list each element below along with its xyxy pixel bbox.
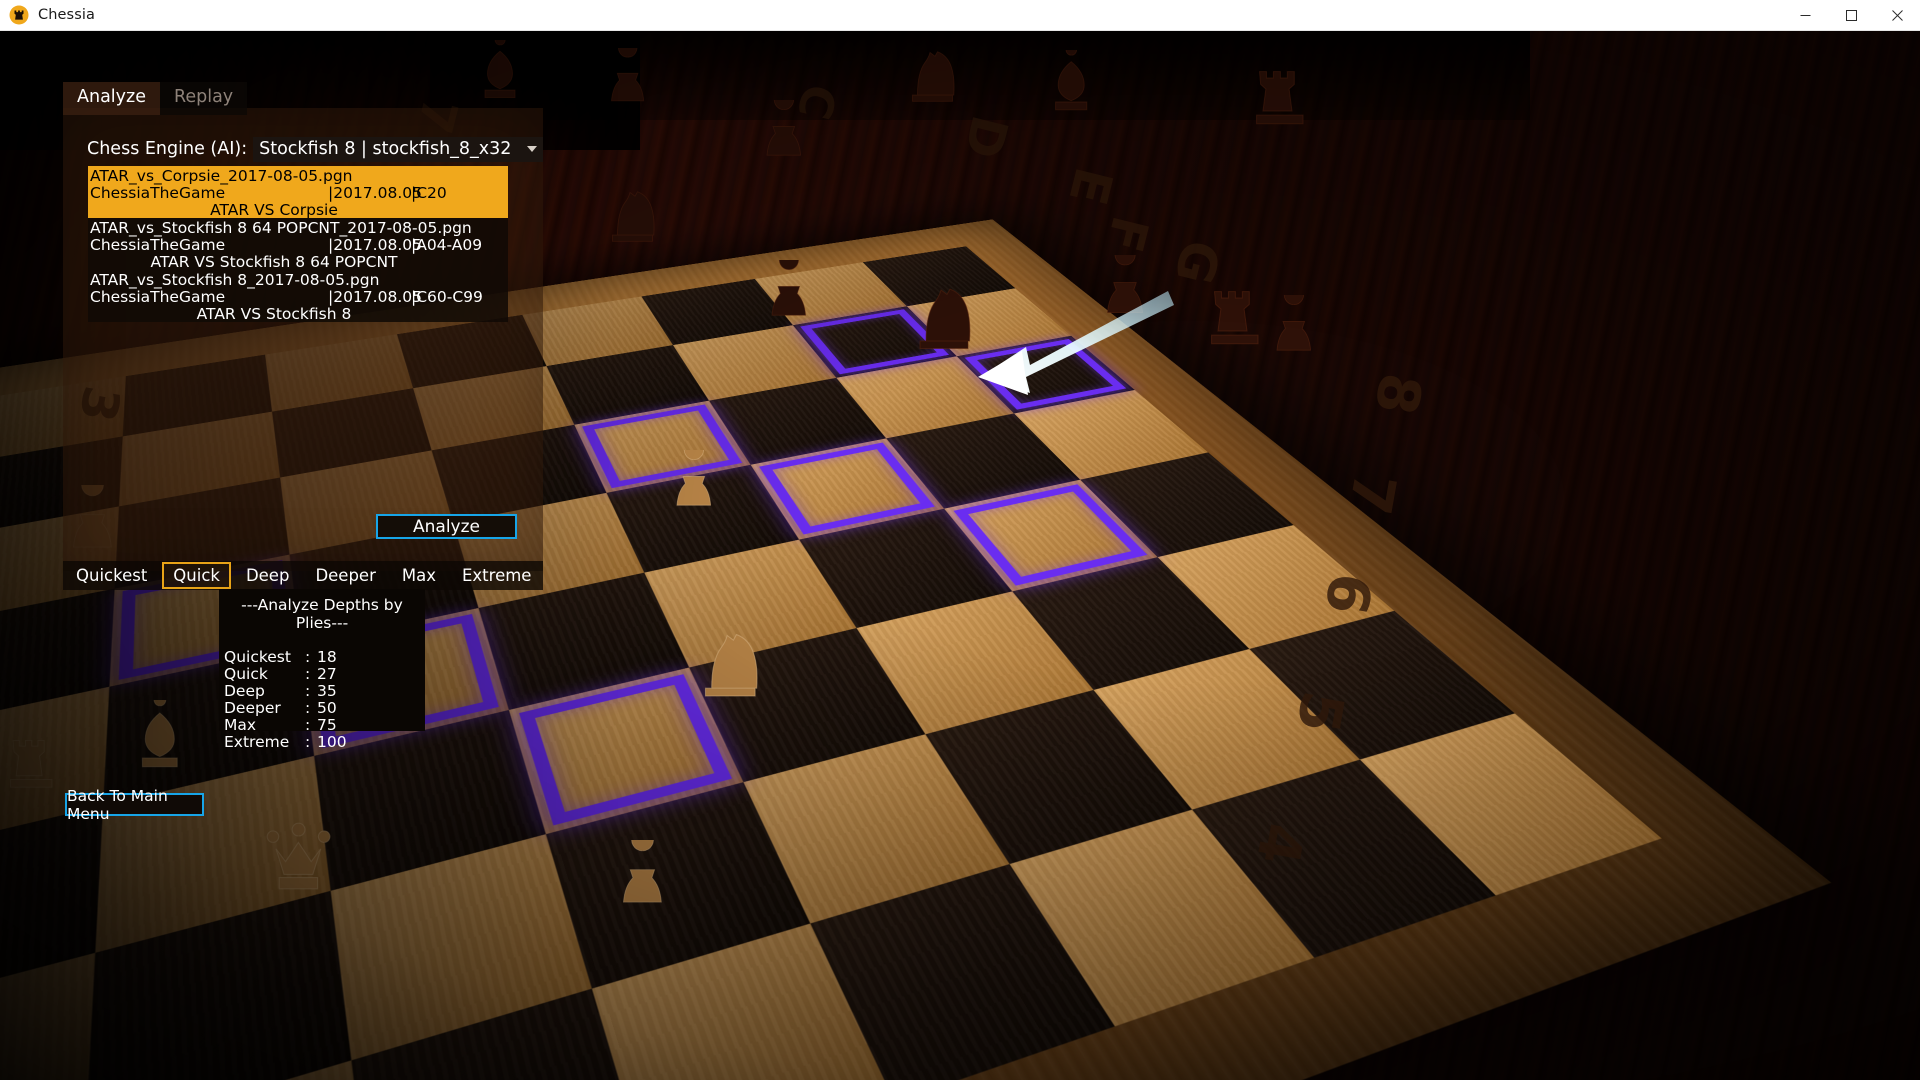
depth-button-quick[interactable]: Quick — [162, 561, 231, 590]
pgn-eco-code: |C20 — [411, 184, 447, 202]
pgn-players: ATAR VS Stockfish 8 — [196, 305, 352, 322]
engine-selected-value: Stockfish 8 | stockfish_8_x32 — [259, 139, 512, 159]
depth-tooltip-colon: : — [305, 699, 311, 717]
depth-tooltip-value: 75 — [317, 716, 337, 734]
analyze-button[interactable]: Analyze — [376, 514, 517, 539]
pgn-event-name: ChessiaTheGame — [90, 236, 226, 254]
pgn-list-item[interactable]: ATAR_vs_Corpsie_2017-08-05.pgn ChessiaThe… — [88, 166, 508, 218]
pgn-players: ATAR VS Corpsie — [210, 201, 338, 218]
depth-tooltip-row: Max:75 — [219, 717, 425, 734]
depth-tooltip-name: Extreme — [224, 733, 290, 751]
depth-tooltip-colon: : — [305, 648, 311, 666]
pgn-date: |2017.08.05 — [328, 184, 422, 202]
pgn-game-list[interactable]: ATAR_vs_Corpsie_2017-08-05.pgn ChessiaThe… — [88, 166, 508, 322]
depth-tooltip-name: Max — [224, 716, 257, 734]
pgn-list-item[interactable]: ATAR_vs_Stockfish 8 64 POPCNT_2017-08-05… — [88, 218, 508, 270]
minimize-button[interactable] — [1782, 0, 1828, 30]
depth-tooltip-value: 27 — [317, 665, 337, 683]
depth-tooltip-row: Quickest:18 — [219, 649, 425, 666]
window-title: Chessia — [38, 7, 95, 23]
depth-button-max[interactable]: Max — [391, 562, 447, 590]
tab-analyze[interactable]: Analyze — [63, 82, 160, 115]
depth-tooltip-value: 18 — [317, 648, 337, 666]
pgn-list-item[interactable]: ATAR_vs_Stockfish 8_2017-08-05.pgn Chessi… — [88, 270, 508, 322]
depth-tooltip-colon: : — [305, 733, 311, 751]
pgn-event-name: ChessiaTheGame — [90, 288, 226, 306]
depth-button-extreme[interactable]: Extreme — [451, 562, 542, 590]
depth-tooltip-name: Quick — [224, 665, 268, 683]
chevron-down-icon — [527, 146, 537, 152]
depth-button-quickest[interactable]: Quickest — [65, 562, 158, 590]
pgn-filename: ATAR_vs_Stockfish 8_2017-08-05.pgn — [90, 271, 380, 289]
depths-tooltip-rows: Quickest:18 Quick:27 Deep:35 Deeper:50 Max:7… — [219, 649, 425, 751]
depth-tooltip-colon: : — [305, 716, 311, 734]
pgn-date: |2017.08.05 — [328, 288, 422, 306]
pgn-event-name: ChessiaTheGame — [90, 184, 226, 202]
close-button[interactable] — [1874, 0, 1920, 30]
depth-tooltip-row: Extreme:100 — [219, 734, 425, 751]
chess-rook-icon — [9, 5, 29, 25]
engine-selector-row: Chess Engine (AI): Stockfish 8 | stockfi… — [63, 136, 543, 162]
depth-tooltip-colon: : — [305, 682, 311, 700]
engine-label: Chess Engine (AI): — [87, 139, 248, 159]
pgn-players: ATAR VS Stockfish 8 64 POPCNT — [150, 253, 398, 270]
depth-tooltip-value: 100 — [317, 733, 347, 751]
pgn-filename: ATAR_vs_Stockfish 8 64 POPCNT_2017-08-05… — [90, 219, 472, 237]
pgn-date: |2017.08.05 — [328, 236, 422, 254]
depth-button-deep[interactable]: Deep — [235, 562, 300, 590]
depth-tooltip-row: Quick:27 — [219, 666, 425, 683]
depth-tooltip-row: Deep:35 — [219, 683, 425, 700]
depth-tooltip-row: Deeper:50 — [219, 700, 425, 717]
tab-replay[interactable]: Replay — [159, 82, 248, 115]
depth-tooltip-value: 50 — [317, 699, 337, 717]
depth-tooltip-name: Deeper — [224, 699, 281, 717]
panel-tabbar: Analyze Replay — [63, 82, 248, 115]
depth-tooltip-value: 35 — [317, 682, 337, 700]
depth-tooltip-colon: : — [305, 665, 311, 683]
window-titlebar: Chessia — [0, 0, 1920, 31]
analyze-depths-tooltip: ---Analyze Depths by Plies--- Quickest:1… — [219, 589, 425, 751]
pgn-filename: ATAR_vs_Corpsie_2017-08-05.pgn — [90, 167, 353, 185]
depth-tooltip-name: Deep — [224, 682, 265, 700]
maximize-button[interactable] — [1828, 0, 1874, 30]
pgn-eco-code: |C60-C99 — [411, 288, 483, 306]
scene-shadow-top — [430, 30, 1530, 120]
pgn-eco-code: |A04-A09 — [411, 236, 483, 254]
back-to-main-menu-button[interactable]: Back To Main Menu — [65, 787, 204, 823]
depths-tooltip-heading: ---Analyze Depths by Plies--- — [241, 596, 403, 632]
analyze-depth-bar: Quickest Quick Deep Deeper Max Extreme — [63, 561, 543, 590]
chessia-app-window: Chessia C D E F G 7 8 7 6 5 4 3 Analyze … — [0, 0, 1920, 1080]
depth-button-deeper[interactable]: Deeper — [304, 562, 386, 590]
depth-tooltip-name: Quickest — [224, 648, 291, 666]
engine-dropdown[interactable]: Stockfish 8 | stockfish_8_x32 — [253, 136, 543, 162]
